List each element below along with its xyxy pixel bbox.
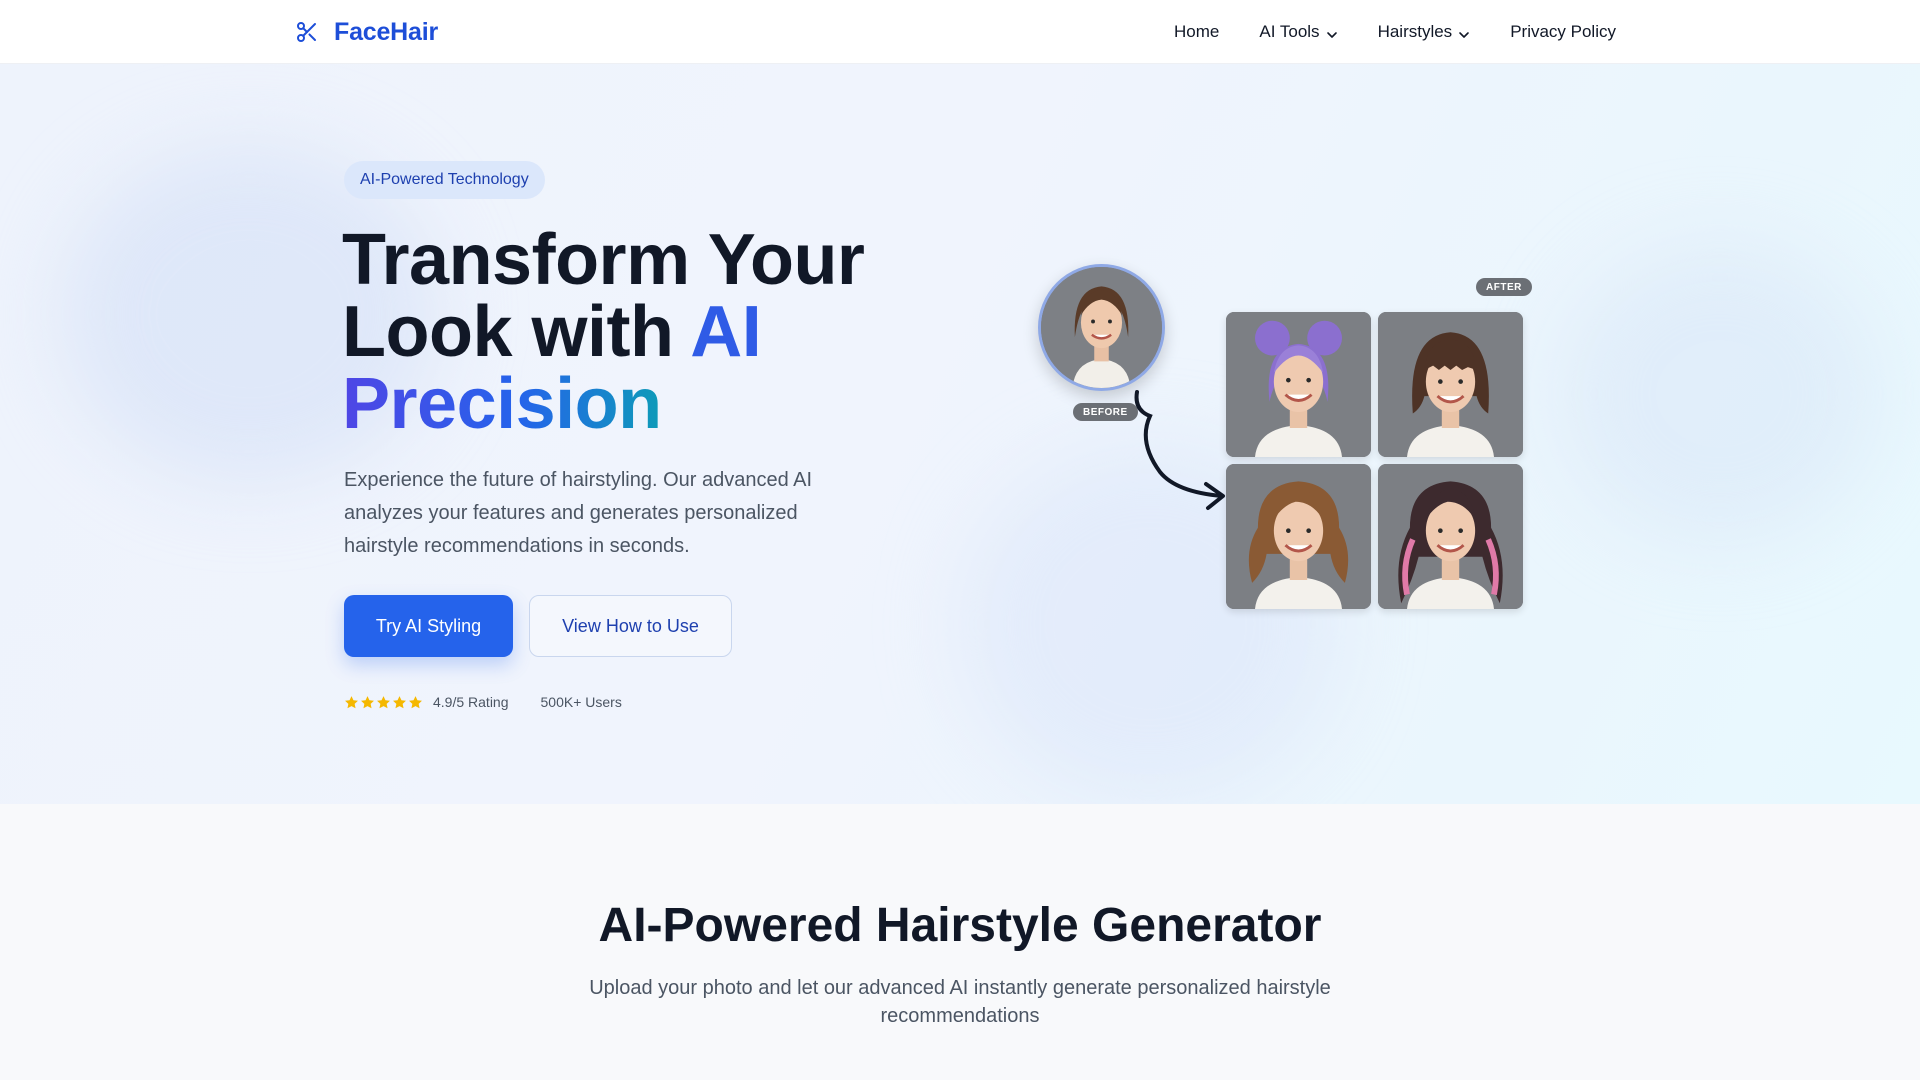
nav-privacy-label: Privacy Policy [1510,22,1616,41]
style-result-purple-buns[interactable] [1226,312,1371,457]
generator-title: AI-Powered Hairstyle Generator [598,899,1322,952]
nav-home[interactable]: Home [1174,22,1219,42]
hero-description: Experience the future of hairstyling. Ou… [344,469,813,557]
headline-accent: AI [690,292,762,372]
users-count: 500K+ Users [540,694,622,710]
style-result-pink-curls[interactable] [1378,464,1523,609]
top-navbar: FaceHair Home AI Tools Hairstyles Privac… [0,0,1920,64]
after-label: AFTER [1476,278,1532,296]
chevron-down-icon [1458,26,1470,38]
nav-privacy-policy[interactable]: Privacy Policy [1510,22,1616,42]
star-icon [408,695,423,710]
rating-stars [344,695,423,710]
scissors-icon [294,19,320,45]
star-icon [344,695,359,710]
brand-name: FaceHair [334,17,439,46]
hero-section: AI-Powered Technology Transform Your Loo… [0,64,1920,804]
star-icon [392,695,407,710]
main-menu: Home AI Tools Hairstyles Privacy Policy [1174,0,1616,64]
before-photo [1038,264,1165,391]
view-how-to-use-button[interactable]: View How to Use [529,595,732,657]
rating-text: 4.9/5 Rating [433,694,509,710]
generator-section: AI-Powered Hairstyle Generator Upload yo… [0,804,1920,1080]
nav-hairstyles[interactable]: Hairstyles [1378,22,1471,42]
tech-badge: AI-Powered Technology [344,161,545,199]
style-result-auburn-waves[interactable] [1226,464,1371,609]
hero-headline: Transform Your Look with AI Precision [342,224,942,440]
background-blob [1560,244,1880,544]
curved-arrow-icon [1134,390,1225,510]
style-result-brown-bob[interactable] [1378,312,1523,457]
star-icon [376,695,391,710]
nav-ai-tools[interactable]: AI Tools [1259,22,1337,42]
nav-ai-tools-label: AI Tools [1259,22,1320,41]
brand-logo-link[interactable]: FaceHair [294,16,438,48]
try-ai-styling-button[interactable]: Try AI Styling [344,595,513,657]
headline-gradient-word: Precision [342,364,662,444]
chevron-down-icon [1326,26,1338,38]
before-label: BEFORE [1073,403,1138,421]
after-styles-grid [1226,312,1523,609]
social-proof: 4.9/5 Rating 500K+ Users [344,690,622,714]
nav-home-label: Home [1174,22,1220,41]
star-icon [360,695,375,710]
headline-line1: Transform Your [342,220,865,300]
generator-subtitle: Upload your photo and let our advanced A… [589,977,1331,1027]
headline-line2: Look with [342,292,691,372]
nav-hairstyles-label: Hairstyles [1377,22,1453,41]
